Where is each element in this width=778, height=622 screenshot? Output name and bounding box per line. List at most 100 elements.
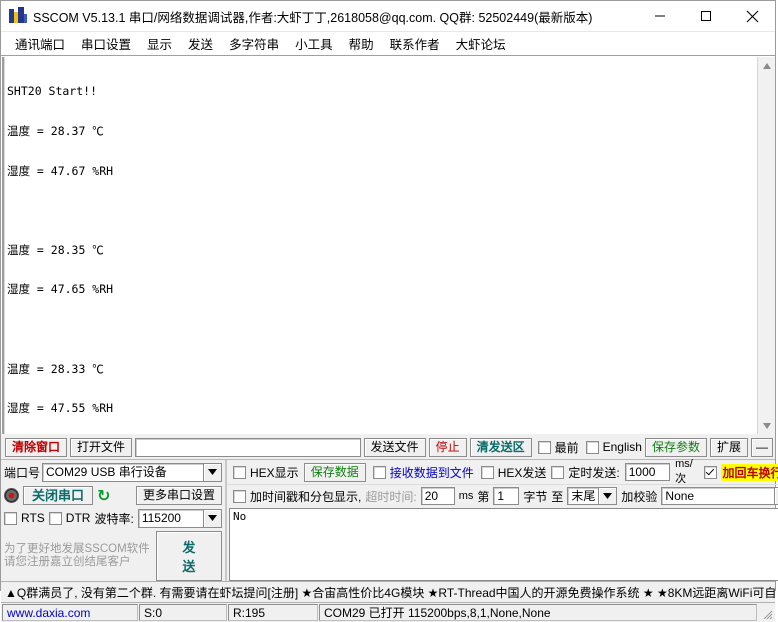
menu-item-forum[interactable]: 大虾论坛 <box>448 32 514 55</box>
timed-send-checkbox[interactable]: 定时发送: <box>551 464 620 481</box>
hex-send-label: HEX发送 <box>497 465 547 480</box>
recv-to-file-checkbox-box[interactable] <box>372 465 386 479</box>
status-received-count: R:195 <box>228 604 318 621</box>
timed-send-interval-input[interactable]: 1000 <box>624 463 671 481</box>
file-toolbar: 清除窗口 打开文件 发送文件 停止 清发送区 最前 English 保存参数 扩… <box>1 434 775 459</box>
byte-to-value: 末尾 <box>571 489 596 503</box>
send-textarea-value: No <box>233 510 247 523</box>
menu-item-contact-author[interactable]: 联系作者 <box>382 32 448 55</box>
hex-display-checkbox[interactable]: HEX显示 <box>233 464 299 481</box>
port-number-label: 端口号 <box>4 465 41 480</box>
close-icon[interactable] <box>729 1 775 31</box>
save-params-button[interactable]: 保存参数 <box>644 437 707 457</box>
timestamp-checkbox[interactable]: 加时间戳和分包显示, <box>233 488 361 505</box>
dtr-checkbox[interactable]: DTR <box>48 511 91 525</box>
terminal-line: 湿度 = 47.67 %RH <box>7 163 114 178</box>
scroll-down-icon[interactable] <box>758 417 775 434</box>
scroll-up-icon[interactable] <box>758 57 775 74</box>
port-select-value: COM29 USB 串行设备 <box>46 465 167 479</box>
checksum-select[interactable]: None <box>661 487 778 505</box>
terminal-line: 温度 = 28.33 ℃ <box>7 361 104 376</box>
timeout-input[interactable]: 20 <box>420 487 455 505</box>
send-button[interactable]: 发 送 <box>155 531 222 581</box>
serial-settings-column: 端口号 COM29 USB 串行设备 关闭串口 ↻ 更多串口设置 RTS DTR… <box>1 460 227 581</box>
recv-to-file-checkbox[interactable]: 接收数据到文件 <box>372 464 474 481</box>
byte-from-label: 第 <box>477 489 490 504</box>
crlf-label: 加回车换行 <box>721 463 778 481</box>
resize-grip-icon[interactable] <box>757 603 775 622</box>
timed-send-checkbox-box[interactable] <box>551 465 565 479</box>
open-file-button[interactable]: 打开文件 <box>70 437 133 457</box>
chevron-down-icon[interactable] <box>202 509 221 527</box>
receive-textarea[interactable]: SHT20 Start!! 温度 = 28.37 ℃ 湿度 = 47.67 %R… <box>5 57 757 434</box>
menu-item-comm-port[interactable]: 通讯端口 <box>7 32 73 55</box>
dtr-checkbox-box[interactable] <box>48 511 62 525</box>
send-textarea[interactable]: No <box>229 508 778 581</box>
title-bar: SSCOM V5.13.1 串口/网络数据调试器,作者:大虾丁丁,2618058… <box>1 1 775 32</box>
receive-options-row: HEX显示 保存数据 接收数据到文件 HEX发送 定时发送: 1000 ms/次 <box>227 458 778 485</box>
receive-vertical-scrollbar[interactable] <box>757 57 775 434</box>
file-path-input[interactable] <box>135 437 361 457</box>
app-logo-icon <box>9 7 27 25</box>
hex-send-checkbox-box[interactable] <box>480 465 494 479</box>
port-status-indicator-icon <box>4 488 19 503</box>
hex-send-checkbox[interactable]: HEX发送 <box>480 464 547 481</box>
timeout-unit-label: ms <box>458 490 474 502</box>
status-website[interactable]: www.daxia.com <box>2 604 138 621</box>
extend-button[interactable]: 扩展 <box>709 437 748 457</box>
menu-item-help[interactable]: 帮助 <box>341 32 382 55</box>
sscom-main-window: SSCOM V5.13.1 串口/网络数据调试器,作者:大虾丁丁,2618058… <box>0 0 778 622</box>
window-title: SSCOM V5.13.1 串口/网络数据调试器,作者:大虾丁丁,2618058… <box>33 10 593 25</box>
menu-item-port-settings[interactable]: 串口设置 <box>73 32 139 55</box>
byte-to-label: 至 <box>551 489 564 504</box>
maximize-icon[interactable] <box>683 1 729 31</box>
clear-window-button[interactable]: 清除窗口 <box>5 437 68 457</box>
timeout-label: 超时时间: <box>365 489 417 504</box>
baud-rate-select[interactable]: 115200 <box>137 508 222 528</box>
collapse-button[interactable]: — <box>751 437 773 457</box>
marquee-banner[interactable]: ▲Q群满员了, 没有第二个群. 有需要请在虾坛提问[注册] ★合宙高性价比4G模… <box>1 581 775 603</box>
crlf-checkbox-box[interactable] <box>704 465 718 479</box>
status-sent-count: S:0 <box>139 604 227 621</box>
baud-rate-label: 波特率: <box>94 511 134 526</box>
promo-line-2: 请您注册嘉立创结尾客户 <box>4 556 131 568</box>
dtr-label: DTR <box>65 511 91 525</box>
promo-and-send-row: 为了更好地发展SSCOM软件 请您注册嘉立创结尾客户 发 送 <box>1 529 225 581</box>
minimize-icon[interactable] <box>637 1 683 31</box>
byte-to-select[interactable]: 末尾 <box>567 487 618 505</box>
rts-checkbox[interactable]: RTS <box>4 511 45 525</box>
hex-display-checkbox-box[interactable] <box>233 465 246 479</box>
byte-from-input[interactable]: 1 <box>493 487 520 505</box>
english-checkbox[interactable]: English <box>585 440 642 454</box>
more-port-settings-button[interactable]: 更多串口设置 <box>135 486 222 505</box>
send-file-button[interactable]: 发送文件 <box>363 437 426 457</box>
chevron-down-icon[interactable] <box>203 463 221 481</box>
close-port-button[interactable]: 关闭串口 <box>23 486 94 505</box>
baud-rate-value: 115200 <box>141 511 181 525</box>
menu-item-tools[interactable]: 小工具 <box>287 32 341 55</box>
rts-checkbox-box[interactable] <box>4 511 17 525</box>
terminal-line: 温度 = 28.37 ℃ <box>7 124 104 138</box>
menu-item-send[interactable]: 发送 <box>180 32 221 55</box>
interval-unit-label: ms/次 <box>675 458 693 485</box>
save-data-button[interactable]: 保存数据 <box>303 462 366 482</box>
refresh-ports-icon[interactable]: ↻ <box>97 487 110 503</box>
timestamp-label: 加时间戳和分包显示, <box>250 489 362 504</box>
topmost-checkbox-box[interactable] <box>537 440 551 454</box>
menu-item-multistring[interactable]: 多字符串 <box>221 32 287 55</box>
chevron-down-icon[interactable] <box>774 488 778 504</box>
topmost-checkbox[interactable]: 最前 <box>537 439 579 456</box>
chevron-down-icon[interactable] <box>598 488 617 504</box>
stop-button[interactable]: 停止 <box>428 437 467 457</box>
clear-send-area-button[interactable]: 清发送区 <box>469 437 532 457</box>
timestamp-checkbox-box[interactable] <box>233 489 246 503</box>
flow-control-row: RTS DTR 波特率: 115200 <box>1 507 225 529</box>
port-action-row: 关闭串口 ↻ 更多串口设置 <box>1 484 225 507</box>
menu-item-display[interactable]: 显示 <box>139 32 180 55</box>
port-select[interactable]: COM29 USB 串行设备 <box>42 462 222 482</box>
crlf-checkbox[interactable]: 加回车换行 <box>704 463 778 481</box>
english-checkbox-box[interactable] <box>585 440 599 454</box>
terminal-line: 温度 = 28.35 ℃ <box>7 242 104 257</box>
promo-line-1: 为了更好地发展SSCOM软件 <box>4 543 150 555</box>
settings-panel: 端口号 COM29 USB 串行设备 关闭串口 ↻ 更多串口设置 RTS DTR… <box>1 458 778 581</box>
